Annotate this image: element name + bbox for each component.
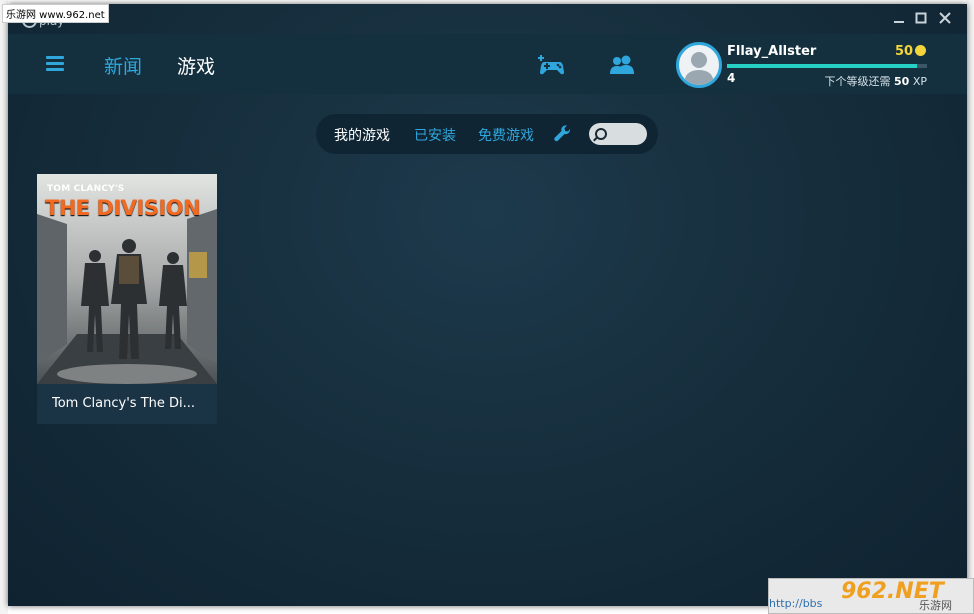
avatar-placeholder-icon [684, 52, 714, 85]
friends-button[interactable] [608, 54, 636, 80]
units-balance: 50 [895, 44, 927, 59]
nav-tab-games[interactable]: 游戏 [177, 52, 215, 79]
filter-installed[interactable]: 已安装 [414, 125, 456, 145]
xp-progress-bar [727, 64, 927, 68]
xp-next-label: 下个等级还需 [824, 75, 891, 88]
units-coin-icon [915, 45, 927, 56]
minimize-icon [894, 21, 904, 23]
close-button[interactable] [937, 12, 953, 28]
close-icon [939, 12, 951, 24]
desktop-edge-right [966, 0, 974, 614]
minimize-button[interactable] [891, 12, 907, 28]
add-game-button[interactable] [538, 54, 566, 80]
game-card-title: Tom Clancy's The Di... [52, 396, 196, 411]
main-header: 新闻 游戏 Fllay_Allster 50 4 下个等级还需 50 XP [8, 34, 967, 94]
game-card[interactable]: TOM CLANCY'S THE DIVISION Tom Clancy's T… [37, 174, 217, 424]
settings-wrench-button[interactable] [554, 125, 572, 147]
gamepad-add-icon [538, 55, 564, 75]
xp-next-value: 50 [894, 75, 910, 88]
search-icon [595, 128, 607, 140]
desktop-edge-left [0, 0, 8, 614]
username[interactable]: Fllay_Allster [727, 44, 816, 59]
user-level: 4 [727, 71, 736, 85]
watermark-url: http://bbs [769, 597, 823, 610]
xp-progress-fill [727, 64, 917, 68]
nav-tab-news[interactable]: 新闻 [104, 52, 142, 79]
wrench-icon [554, 125, 571, 142]
watermark-site-name: 乐游网 [919, 599, 952, 612]
cover-title-text: THE DIVISION [45, 196, 201, 220]
units-count: 50 [895, 44, 914, 59]
cover-brand-text: TOM CLANCY'S [47, 184, 125, 194]
user-avatar[interactable] [676, 42, 722, 88]
game-cover-art: TOM CLANCY'S THE DIVISION [37, 174, 217, 384]
title-bar[interactable]: play [8, 4, 967, 38]
site-watermark-bottom: http://bbs 962.NET 乐游网 [768, 578, 974, 614]
xp-unit: XP [912, 75, 927, 88]
games-filter-bar: 我的游戏 已安装 免费游戏 [316, 114, 658, 154]
hamburger-menu-icon[interactable] [46, 56, 64, 72]
filter-free-games[interactable]: 免费游戏 [478, 125, 534, 145]
friends-icon [610, 55, 634, 74]
maximize-icon [915, 12, 927, 24]
xp-to-next-level: 下个等级还需 50 XP [825, 73, 927, 89]
filter-my-games[interactable]: 我的游戏 [334, 125, 390, 145]
uplay-window: play 新闻 游戏 [8, 4, 967, 606]
site-watermark-top: 乐游网 www.962.net [2, 4, 109, 23]
maximize-button[interactable] [913, 12, 929, 28]
